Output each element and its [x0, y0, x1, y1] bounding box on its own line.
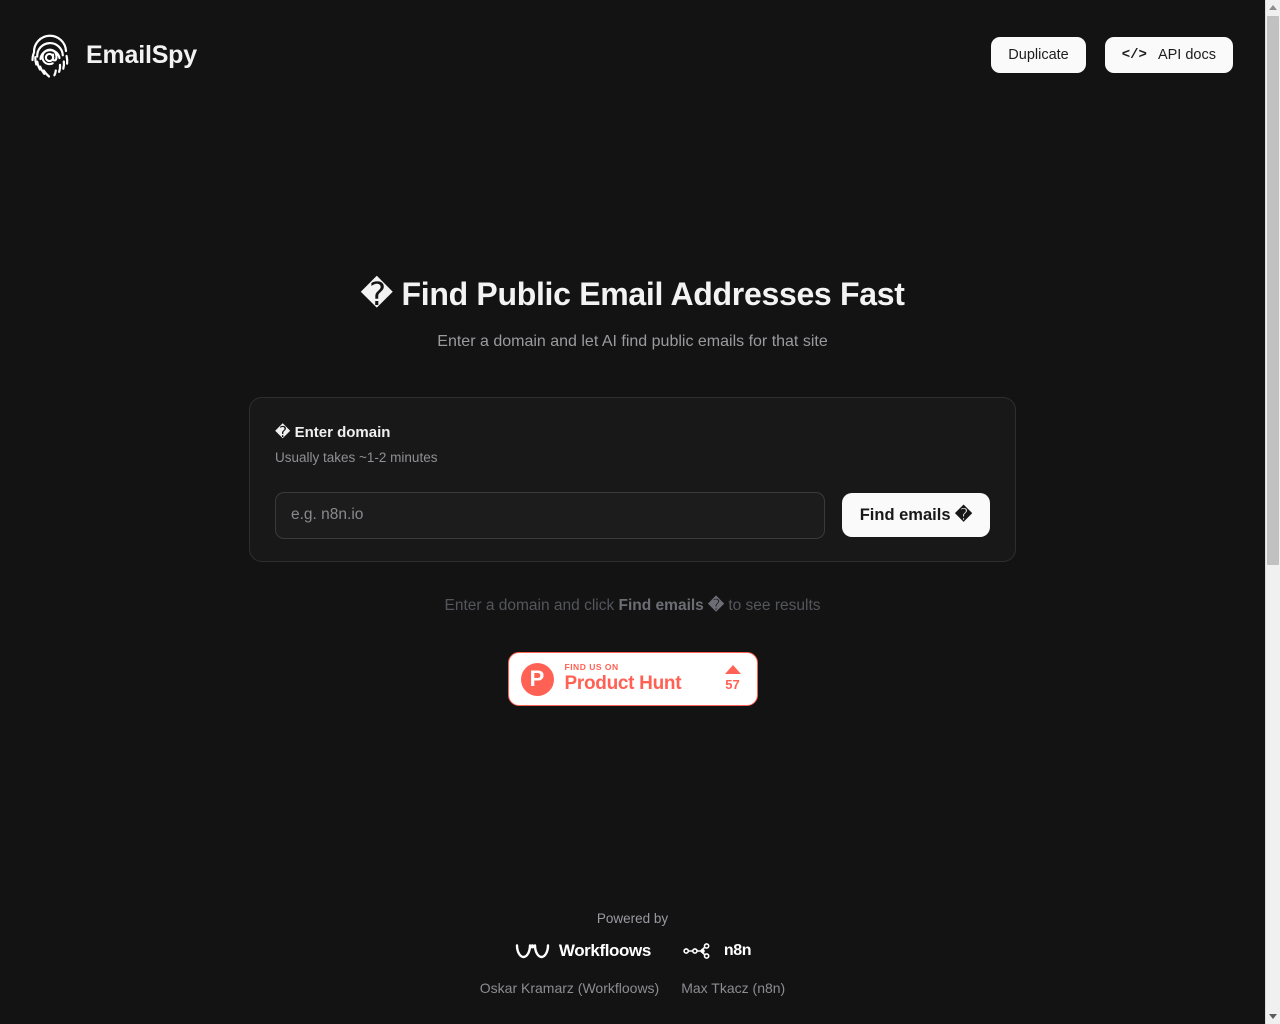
form-card-row: Find emails � [275, 491, 990, 539]
brand[interactable]: EmailSpy [28, 30, 197, 80]
page-title: � Find Public Email Addresses Fast [0, 275, 1265, 313]
n8n-logo-label: n8n [723, 941, 752, 959]
workfloows-logo-label: Workfloows [558, 941, 651, 961]
find-emails-button[interactable]: Find emails � [841, 493, 990, 538]
product-hunt-wrap: P FIND US ON Product Hunt 57 [0, 652, 1265, 706]
results-hint-strong: Find emails � [618, 597, 725, 614]
triangle-up-icon [724, 664, 741, 674]
form-card-subtitle: Usually takes ~1-2 minutes [275, 449, 438, 465]
duplicate-button[interactable]: Duplicate [991, 37, 1086, 73]
scroll-up-button[interactable] [1266, 0, 1280, 15]
n8n-logo-icon [683, 942, 710, 959]
credit-max-tkacz: Max Tkacz (n8n) [681, 979, 786, 996]
fingerprint-at-icon [31, 34, 69, 78]
page-canvas: EmailSpy Duplicate </> API docs � Find P… [0, 0, 1265, 1024]
domain-form-card: � Enter domain Usually takes ~1-2 minute… [249, 397, 1016, 562]
domain-input[interactable] [275, 491, 825, 539]
app-header: EmailSpy Duplicate </> API docs [0, 0, 1265, 110]
scroll-down-button[interactable] [1266, 1009, 1280, 1024]
hero-section: � Find Public Email Addresses Fast Enter… [0, 275, 1265, 353]
page-title-text: Find Public Email Addresses Fast [401, 276, 905, 312]
product-hunt-badge[interactable]: P FIND US ON Product Hunt 57 [507, 652, 758, 706]
code-icon: </> [1121, 47, 1147, 63]
product-hunt-vote-count: 57 [725, 676, 740, 692]
scrollbar-thumb[interactable] [1267, 16, 1279, 565]
api-docs-button[interactable]: </> API docs [1104, 37, 1233, 73]
powered-by-label: Powered by [596, 911, 669, 926]
scroll-up-arrow-icon [1269, 5, 1277, 10]
form-card-title-text: Enter domain [294, 424, 391, 441]
api-docs-button-label: API docs [1157, 47, 1216, 63]
product-hunt-name: Product Hunt [564, 673, 682, 695]
results-hint-suffix: to see results [724, 597, 821, 614]
footer-credits: Oskar Kramarz (Workfloows) Max Tkacz (n8… [0, 979, 1265, 997]
workfloows-logo[interactable]: Workfloows [514, 940, 651, 962]
scroll-down-arrow-icon [1269, 1014, 1277, 1019]
form-card-title-emoji: � [275, 423, 291, 441]
duplicate-button-label: Duplicate [1008, 47, 1069, 63]
workfloows-logo-icon [515, 943, 550, 958]
n8n-logo[interactable]: n8n [683, 941, 752, 961]
footer-logos: Workfloows n8n [0, 940, 1265, 962]
page-title-emoji: � [360, 275, 393, 313]
product-hunt-text: FIND US ON Product Hunt [564, 661, 714, 695]
header-actions: Duplicate </> API docs [991, 37, 1233, 73]
form-card-title: � Enter domain [275, 423, 990, 443]
product-hunt-kicker: FIND US ON [564, 661, 619, 672]
page-footer: Powered by Workfloows n8n Oskar Kramarz … [0, 910, 1265, 997]
browser-scrollbar[interactable] [1265, 0, 1280, 1024]
credit-oskar-kramarz: Oskar Kramarz (Workfloows) [479, 979, 660, 996]
page-subtitle: Enter a domain and let AI find public em… [437, 333, 828, 351]
results-hint-prefix: Enter a domain and click [444, 597, 619, 614]
brand-name: EmailSpy [86, 40, 197, 69]
product-hunt-votes[interactable]: 57 [724, 664, 744, 694]
results-hint: Enter a domain and click Find emails � t… [0, 596, 1265, 616]
product-hunt-logo-icon: P [520, 662, 554, 696]
